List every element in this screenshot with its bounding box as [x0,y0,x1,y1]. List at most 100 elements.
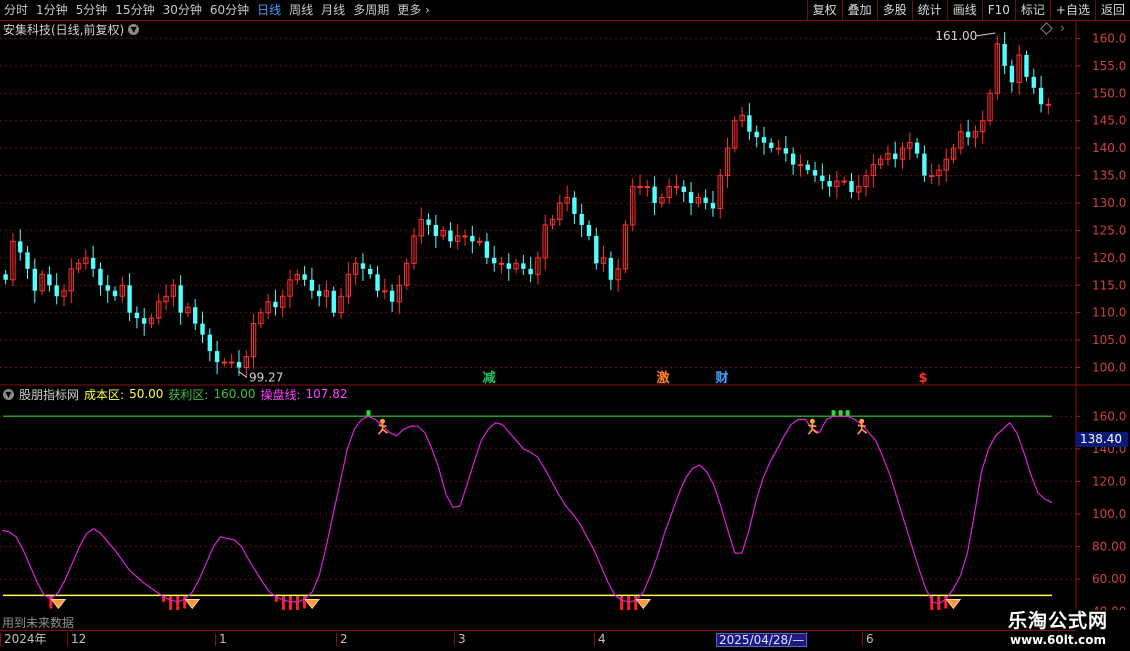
candle-body [521,263,526,269]
y-tick-label: 140.0 [1092,141,1126,155]
profit-bar [845,410,850,417]
profit-area-value: 160.00 [213,387,256,401]
profit-bar [838,410,843,417]
candle-body [688,192,694,203]
candle-body [32,268,37,291]
candle-body [1031,76,1036,88]
candle-body [375,274,380,291]
candle-body [812,170,818,176]
candle-body [673,186,680,189]
candle-body [368,268,373,275]
candle-body [433,224,439,236]
candle-body [389,290,395,302]
y-tick-label: 120.0 [1092,251,1126,265]
indicator-header: ▼ 股朋指标网 成本区: 50.00 获利区: 160.00 操盘线: 107.82 [3,387,348,402]
diamond-icon [304,599,320,610]
future-data-warning: 用到未来数据 [2,616,75,630]
candle-body [229,361,235,364]
watermark-url: www.60lt.com [1009,633,1107,647]
candle-body [200,323,205,335]
candlestick-chart[interactable]: 160.0 155.0 150.0 145.0 140.0 135.0 130.0 125.0… [0,0,1130,610]
candle-body [54,285,59,297]
cost-bar [281,595,285,610]
y-tick-label: 155.0 [1092,59,1126,73]
candle-body [652,186,657,203]
runner-icon [807,423,818,435]
candle-body [207,334,212,352]
candle-body [448,230,453,242]
y-tick-label: 160.0 [1092,31,1126,45]
cost-area-value: 50.00 [129,387,164,401]
candle-body [1002,43,1007,66]
runner-icon [380,418,386,424]
candle-body [484,241,490,258]
date-label: 2 [336,633,348,646]
low-price-label: 99.27 [249,371,283,385]
candle-body [754,131,759,138]
candle-body [1045,103,1052,106]
chevron-down-icon[interactable]: ▼ [3,388,14,400]
candle-body [681,186,686,193]
y-tick-label: 115.0 [1092,278,1126,292]
candle-body [1009,65,1015,83]
candle-body [134,312,140,319]
profit-bar [831,410,836,417]
candle-body [703,197,708,203]
site-watermark: 乐淘公式网 www.60lt.com [988,606,1128,647]
candle-body [1038,87,1044,105]
candle-body [644,186,650,189]
y-tick-label: 125.0 [1092,223,1126,237]
candle-body [98,268,103,286]
candle-body [747,115,752,132]
cost-bar [295,595,299,610]
candle-body [273,301,278,308]
candle-body [360,263,366,269]
candle-body [1024,54,1029,77]
candle-body [178,285,183,313]
y-tick-label: 120.0 [1092,474,1126,488]
candle-body [579,213,584,225]
candle-body [922,153,927,176]
high-arrow [975,32,996,37]
control-line-value: 107.82 [305,387,348,401]
y-tick-label: 150.0 [1092,86,1126,100]
candle-body [849,181,854,193]
date-label: 1 [215,633,227,646]
date-label: 12 [67,633,86,646]
diamond-icon [945,599,962,610]
candle-body [820,175,825,182]
control-line-label: 操盘线: [260,387,301,402]
candle-body [914,142,920,154]
date-label: 6 [862,633,874,646]
diamond-icon [50,599,67,610]
candle-body [893,153,898,160]
date-axis[interactable]: 2024年 12 1 2 3 4 2025/04/28/— 6 [0,630,1076,651]
cost-bar [288,595,292,610]
candle-body [492,257,497,264]
y-tick-label: 105.0 [1092,333,1126,347]
candle-body [637,186,643,189]
current-value-badge: 138.40 [1076,432,1128,447]
indicator-name: 股朋指标网 [19,387,80,402]
candle-body [805,164,810,171]
candle-body [790,153,796,165]
cost-bar [620,595,624,610]
candle-body [929,175,935,178]
candle-body [47,274,52,286]
candle-body [594,235,599,264]
candle-body [965,131,971,138]
candle-body [18,241,23,253]
event-marker: 减 [482,370,495,386]
y-tick-label: 130.0 [1092,196,1126,210]
candle-body [476,240,483,243]
candle-body [193,307,198,324]
candle-body [105,285,110,291]
cost-bar [176,595,180,610]
candle-body [214,351,220,363]
control-line [1,415,1053,605]
candle-body [142,318,147,324]
y-tick-label: 135.0 [1092,169,1126,183]
profit-bar [366,410,371,417]
candle-body [317,290,322,297]
candle-body [769,142,774,149]
